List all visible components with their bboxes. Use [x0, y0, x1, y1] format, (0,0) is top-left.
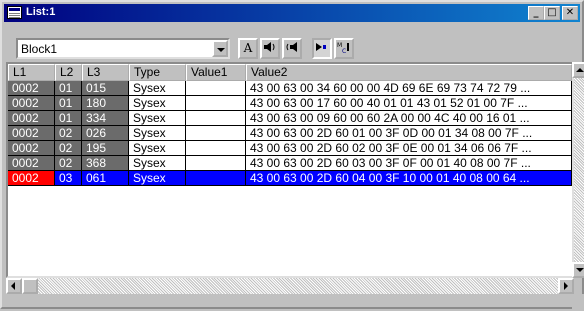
cell-l3[interactable]: 026 — [82, 126, 129, 141]
cell-l1[interactable]: 0002 — [8, 156, 55, 171]
cell-l1[interactable]: 0002 — [8, 111, 55, 126]
col-header-type[interactable]: Type — [129, 64, 186, 81]
list-window: List:1 _ □ ✕ Block1 A MC L1 L2 L3 Type V… — [0, 0, 584, 311]
cell-value2[interactable]: 43 00 63 00 17 60 00 40 01 01 43 01 52 0… — [246, 96, 572, 111]
cell-value1[interactable] — [186, 111, 246, 126]
table-row[interactable]: 0002 01 334 Sysex 43 00 63 00 09 60 00 60 2A… — [8, 111, 572, 126]
midi-icon[interactable]: MC — [334, 38, 354, 59]
cell-l2[interactable]: 01 — [55, 96, 82, 111]
maximize-button[interactable]: □ — [544, 6, 560, 20]
cell-l3[interactable]: 334 — [82, 111, 129, 126]
cell-value1[interactable] — [186, 126, 246, 141]
cell-type[interactable]: Sysex — [129, 111, 186, 126]
chevron-down-icon[interactable] — [212, 40, 228, 57]
event-list-table: L1 L2 L3 Type Value1 Value2 0002 01 015 Sys… — [6, 62, 574, 278]
cell-value2[interactable]: 43 00 63 00 2D 60 03 00 3F 0F 00 01 40 0… — [246, 156, 572, 171]
cell-l2[interactable]: 03 — [55, 171, 82, 186]
block-select[interactable]: Block1 — [16, 38, 230, 59]
cell-l1[interactable]: 0002 — [8, 126, 55, 141]
cell-l1[interactable]: 0002 — [8, 171, 55, 186]
cell-value2[interactable]: 43 00 63 00 2D 60 01 00 3F 0D 00 01 34 0… — [246, 126, 572, 141]
cell-value2[interactable]: 43 00 63 00 34 60 00 00 4D 69 6E 69 73 7… — [246, 81, 572, 96]
cell-type[interactable]: Sysex — [129, 81, 186, 96]
table-row[interactable]: 0002 01 015 Sysex 43 00 63 00 34 60 00 00 4D… — [8, 81, 572, 96]
cell-l2[interactable]: 02 — [55, 126, 82, 141]
cell-l2[interactable]: 02 — [55, 156, 82, 171]
cell-value2[interactable]: 43 00 63 00 2D 60 02 00 3F 0E 00 01 34 0… — [246, 141, 572, 156]
cell-value1[interactable] — [186, 171, 246, 186]
minimize-button[interactable]: _ — [528, 6, 544, 20]
cell-value2[interactable]: 43 00 63 00 09 60 00 60 2A 00 00 4C 40 0… — [246, 111, 572, 126]
cell-type[interactable]: Sysex — [129, 156, 186, 171]
col-header-l1[interactable]: L1 — [8, 64, 55, 81]
cell-l1[interactable]: 0002 — [8, 96, 55, 111]
table-row[interactable]: 0002 02 368 Sysex 43 00 63 00 2D 60 03 00 3F… — [8, 156, 572, 171]
table-row[interactable]: 0002 02 026 Sysex 43 00 63 00 2D 60 01 00 3F… — [8, 126, 572, 141]
scroll-up-button[interactable] — [572, 62, 584, 78]
cell-l2[interactable]: 01 — [55, 111, 82, 126]
table-header: L1 L2 L3 Type Value1 Value2 — [8, 64, 572, 81]
scroll-down-button[interactable] — [572, 262, 584, 278]
cell-l1[interactable]: 0002 — [8, 81, 55, 96]
cell-type[interactable]: Sysex — [129, 171, 186, 186]
block-select-value: Block1 — [21, 42, 58, 56]
col-header-value2[interactable]: Value2 — [246, 64, 572, 81]
cell-type[interactable]: Sysex — [129, 141, 186, 156]
col-header-value1[interactable]: Value1 — [186, 64, 246, 81]
cell-type[interactable]: Sysex — [129, 96, 186, 111]
title-bar[interactable]: List:1 _ □ ✕ — [4, 4, 580, 22]
resize-grip[interactable] — [572, 294, 584, 311]
table-row[interactable]: 0002 01 180 Sysex 43 00 63 00 17 60 00 40 01… — [8, 96, 572, 111]
table-row[interactable]: 0002 03 061 Sysex 43 00 63 00 2D 60 04 00 3F… — [8, 171, 572, 186]
scroll-left-button[interactable] — [6, 278, 22, 294]
close-button[interactable]: ✕ — [562, 6, 578, 20]
table-row[interactable]: 0002 02 195 Sysex 43 00 63 00 2D 60 02 00 3F… — [8, 141, 572, 156]
scroll-thumb[interactable] — [22, 278, 38, 294]
cell-value2[interactable]: 43 00 63 00 2D 60 04 00 3F 10 00 01 40 0… — [246, 171, 572, 186]
speaker-left-icon[interactable] — [260, 38, 280, 59]
speaker-right-icon[interactable] — [282, 38, 302, 59]
cell-value1[interactable] — [186, 96, 246, 111]
cell-l1[interactable]: 0002 — [8, 141, 55, 156]
cell-l3[interactable]: 368 — [82, 156, 129, 171]
cell-l2[interactable]: 01 — [55, 81, 82, 96]
svg-text:C: C — [342, 48, 346, 54]
vertical-scrollbar[interactable] — [572, 62, 584, 278]
cell-value1[interactable] — [186, 81, 246, 96]
toolbar: Block1 A MC — [6, 26, 582, 60]
cell-value1[interactable] — [186, 156, 246, 171]
cell-l3[interactable]: 061 — [82, 171, 129, 186]
cell-l3[interactable]: 015 — [82, 81, 129, 96]
col-header-l3[interactable]: L3 — [82, 64, 129, 81]
cell-l3[interactable]: 180 — [82, 96, 129, 111]
font-button[interactable]: A — [238, 38, 258, 59]
horizontal-scrollbar[interactable] — [6, 278, 574, 294]
window-title: List:1 — [26, 6, 56, 18]
cell-type[interactable]: Sysex — [129, 126, 186, 141]
col-header-l2[interactable]: L2 — [55, 64, 82, 81]
cell-l3[interactable]: 195 — [82, 141, 129, 156]
cell-l2[interactable]: 02 — [55, 141, 82, 156]
play-mark-icon[interactable] — [312, 38, 332, 59]
scroll-right-button[interactable] — [558, 278, 574, 294]
list-app-icon[interactable] — [7, 6, 22, 19]
cell-value1[interactable] — [186, 141, 246, 156]
